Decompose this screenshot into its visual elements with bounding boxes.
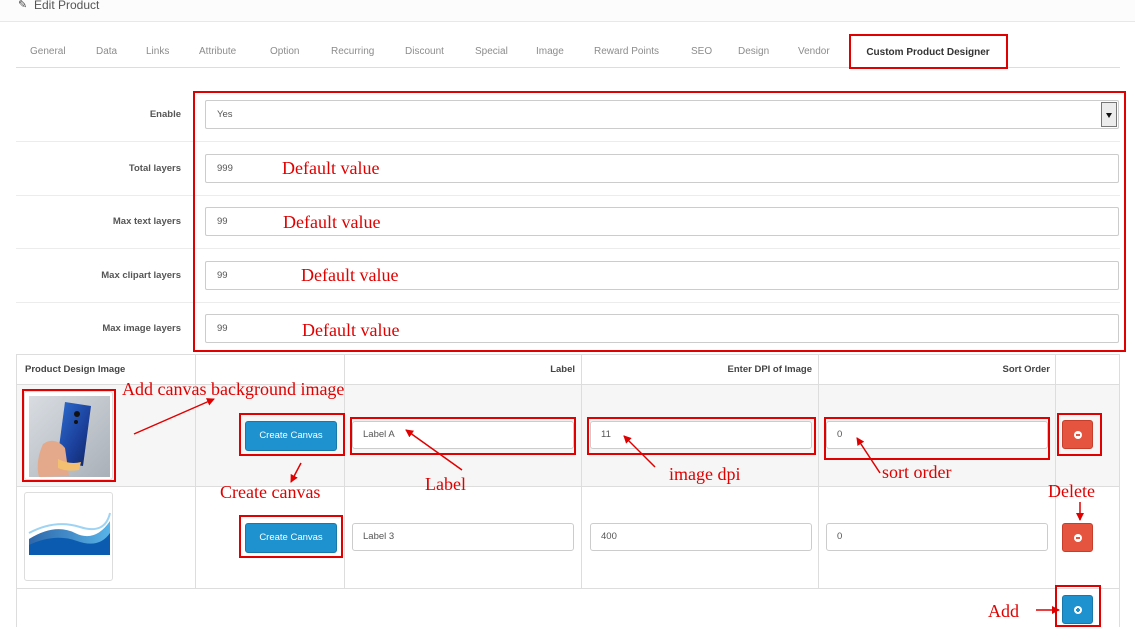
tab-recurring[interactable]: Recurring <box>331 35 374 68</box>
header-label: Label <box>550 364 575 375</box>
annotation-default-value: Default value <box>301 265 399 285</box>
annotation-box-dpi <box>587 417 816 455</box>
max-image-layers-label: Max image layers <box>102 323 181 334</box>
header-dpi: Enter DPI of Image <box>727 364 812 375</box>
remove-row-button[interactable] <box>1062 523 1093 552</box>
annotation-create-canvas: Create canvas <box>220 482 321 502</box>
annotation-add-background: Add canvas background image <box>122 379 345 399</box>
tab-image[interactable]: Image <box>536 35 564 68</box>
tab-option[interactable]: Option <box>270 35 299 68</box>
annotation-box-sort <box>824 417 1050 460</box>
annotation-box-create-canvas-2 <box>239 515 343 558</box>
panel-heading: ✎ Edit Product <box>0 0 1135 22</box>
annotation-default-value: Default value <box>283 212 381 232</box>
column-divider <box>1055 355 1056 588</box>
total-layers-label: Total layers <box>128 163 181 174</box>
column-divider <box>581 355 582 588</box>
tab-vendor[interactable]: Vendor <box>798 35 830 68</box>
header-product-design-image: Product Design Image <box>25 364 126 375</box>
sort-order-input[interactable]: 0 <box>826 523 1048 551</box>
annotation-box-create-canvas <box>239 413 345 456</box>
tab-design[interactable]: Design <box>738 35 769 68</box>
label-input[interactable]: Label 3 <box>352 523 574 551</box>
annotation-add: Add <box>988 601 1019 621</box>
annotation-sort-order: sort order <box>882 462 952 482</box>
tab-seo[interactable]: SEO <box>691 35 712 68</box>
tab-general[interactable]: General <box>30 35 66 68</box>
annotation-box-label <box>350 417 576 455</box>
annotation-box-add <box>1055 585 1101 627</box>
annotation-box-image <box>22 389 116 482</box>
pencil-icon: ✎ <box>18 0 28 11</box>
tab-attribute[interactable]: Attribute <box>199 35 236 68</box>
tab-discount[interactable]: Discount <box>405 35 444 68</box>
column-divider <box>818 355 819 588</box>
tab-links[interactable]: Links <box>146 35 169 68</box>
annotation-default-value: Default value <box>282 158 380 178</box>
max-text-layers-label: Max text layers <box>112 216 181 227</box>
annotation-label: Label <box>425 474 466 494</box>
dpi-input[interactable]: 400 <box>590 523 812 551</box>
tab-data[interactable]: Data <box>96 35 117 68</box>
max-clipart-layers-label: Max clipart layers <box>101 270 181 281</box>
tab-reward-points[interactable]: Reward Points <box>594 35 659 68</box>
annotation-image-dpi: image dpi <box>669 464 741 484</box>
page-title: Edit Product <box>34 0 100 12</box>
enable-label: Enable <box>149 109 181 120</box>
header-sort-order: Sort Order <box>1002 364 1050 375</box>
wave-banner-image <box>28 511 111 559</box>
product-image-thumbnail[interactable] <box>24 492 113 581</box>
annotation-delete: Delete <box>1048 481 1095 501</box>
tab-special[interactable]: Special <box>475 35 508 68</box>
annotation-default-value: Default value <box>302 320 400 340</box>
annotation-box-tab <box>849 34 1008 69</box>
